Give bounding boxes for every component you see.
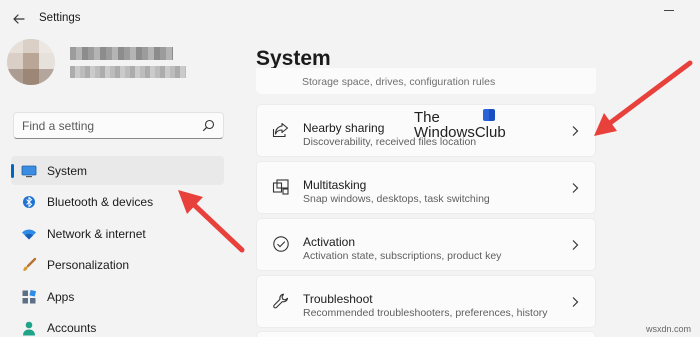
card-title: Activation [303, 235, 356, 249]
profile-name-blurred [70, 47, 173, 60]
card-description: Activation state, subscriptions, product… [303, 250, 502, 262]
card-description: Recommended troubleshooters, preferences… [303, 307, 548, 319]
chevron-right-icon [572, 183, 579, 193]
profile-email-blurred [70, 66, 186, 78]
avatar[interactable] [7, 39, 55, 85]
sidebar-item-label: Bluetooth & devices [47, 195, 154, 209]
search-box[interactable] [13, 112, 224, 139]
bluetooth-icon [21, 194, 37, 210]
sidebar-item-bluetooth[interactable]: Bluetooth & devices [11, 187, 224, 216]
watermark-logo-icon [483, 109, 495, 121]
chevron-right-icon [572, 126, 579, 136]
footer-watermark: wsxdn.com [646, 324, 692, 334]
sidebar-item-apps[interactable]: Apps [11, 282, 224, 311]
storage-card-partial[interactable]: Storage space, drives, configuration rul… [256, 68, 596, 94]
sidebar-item-label: System [47, 164, 88, 178]
share-icon [272, 122, 289, 138]
apps-icon [21, 289, 37, 305]
back-arrow-icon [13, 14, 25, 24]
sidebar-item-personalization[interactable]: Personalization [11, 250, 224, 279]
app-title: Settings [39, 12, 81, 24]
minimize-button[interactable] [664, 10, 674, 11]
sidebar-item-label: Apps [47, 290, 75, 304]
search-input[interactable] [14, 113, 194, 138]
sidebar-item-network[interactable]: Network & internet [11, 219, 224, 248]
wrench-icon [273, 293, 289, 309]
search-icon[interactable] [202, 119, 215, 132]
card-troubleshoot[interactable]: Troubleshoot Recommended troubleshooters… [256, 275, 596, 328]
next-card-partial[interactable] [256, 331, 596, 337]
sidebar-item-accounts[interactable]: Accounts [11, 313, 224, 337]
person-icon [21, 320, 37, 336]
wifi-icon [21, 226, 37, 242]
multitasking-icon [272, 179, 289, 195]
brush-icon [21, 257, 37, 273]
card-description: Storage space, drives, configuration rul… [302, 76, 496, 88]
title-bar: Settings [0, 0, 700, 38]
sidebar-item-system[interactable]: System [11, 156, 224, 185]
card-description: Snap windows, desktops, task switching [303, 193, 490, 205]
selection-indicator [11, 164, 14, 178]
card-title: Nearby sharing [303, 121, 385, 135]
back-button[interactable] [8, 8, 30, 30]
checkmark-circle-icon [273, 236, 289, 252]
sidebar-item-label: Network & internet [47, 227, 146, 241]
card-multitasking[interactable]: Multitasking Snap windows, desktops, tas… [256, 161, 596, 214]
sidebar-item-label: Accounts [47, 321, 97, 335]
card-activation[interactable]: Activation Activation state, subscriptio… [256, 218, 596, 271]
card-title: Multitasking [303, 178, 367, 192]
chevron-right-icon [572, 297, 579, 307]
sidebar-item-label: Personalization [47, 258, 130, 272]
chevron-right-icon [572, 240, 579, 250]
arrow-to-nearby-sharing [594, 60, 693, 136]
card-title: Troubleshoot [303, 292, 373, 306]
monitor-icon [21, 163, 37, 179]
